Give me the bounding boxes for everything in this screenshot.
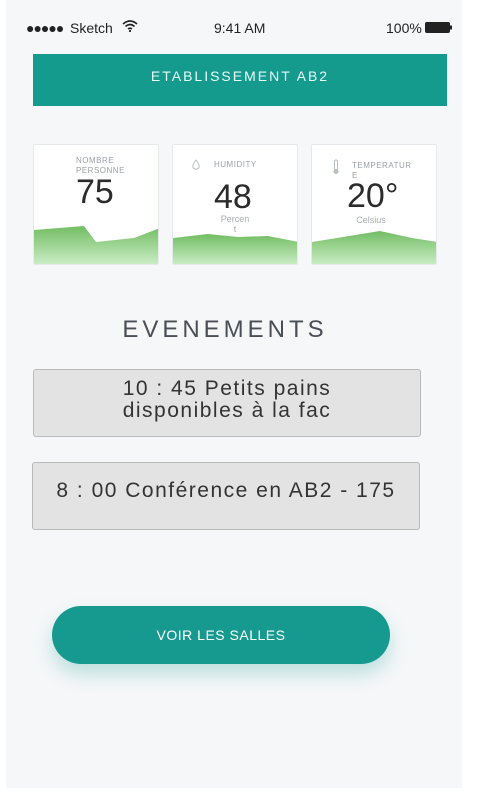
battery-percentage: 100% <box>386 20 422 36</box>
humidity-area-chart <box>173 234 297 264</box>
metric-label-line1: TEMPERATUR <box>352 161 412 170</box>
establishment-header: ETABLISSEMENT AB2 <box>33 54 447 106</box>
metric-label-line1: HUMIDITY <box>214 160 257 169</box>
status-bar: ●●●●● Sketch 9:41 AM 100% <box>0 0 484 56</box>
metric-label: HUMIDITY <box>214 160 257 170</box>
droplet-icon <box>192 159 200 170</box>
view-rooms-label: VOIR LES SALLES <box>156 627 286 643</box>
events-title: EVENEMENTS <box>122 316 328 343</box>
metric-card-people: NOMBRE PERSONNE 75 <box>33 144 159 265</box>
view-rooms-button[interactable]: VOIR LES SALLES <box>52 606 390 664</box>
metric-card-humidity: HUMIDITY 48 Percen t <box>172 144 298 265</box>
thermometer-icon <box>333 159 339 174</box>
event-item[interactable]: 8 : 00 Conférence en AB2 - 175 <box>32 462 420 530</box>
event-text-line1: 8 : 00 Conférence en AB2 - 175 <box>56 479 396 502</box>
carrier-name: Sketch <box>70 20 113 36</box>
metric-unit-line1: Percen <box>220 214 250 224</box>
establishment-title: ETABLISSEMENT AB2 <box>150 68 330 84</box>
temperature-area-chart <box>312 231 436 264</box>
wifi-icon <box>122 19 138 35</box>
signal-strength-icon: ●●●●● <box>26 20 64 36</box>
people-area-chart <box>34 226 158 264</box>
clock: 9:41 AM <box>214 20 266 36</box>
metric-label-line1: NOMBRE <box>76 156 115 165</box>
event-text-line1: 10 : 45 Petits pains <box>122 377 332 400</box>
event-item[interactable]: 10 : 45 Petits pains disponibles à la fa… <box>33 369 421 437</box>
metric-value: 75 <box>76 173 114 211</box>
event-text-line2: disponibles à la fac <box>122 399 332 422</box>
metric-card-temperature: TEMPERATUR E 20° Celsius <box>311 144 437 265</box>
metric-value: 48 <box>214 178 252 216</box>
metric-value: 20° <box>347 177 399 215</box>
battery-icon <box>425 22 452 33</box>
